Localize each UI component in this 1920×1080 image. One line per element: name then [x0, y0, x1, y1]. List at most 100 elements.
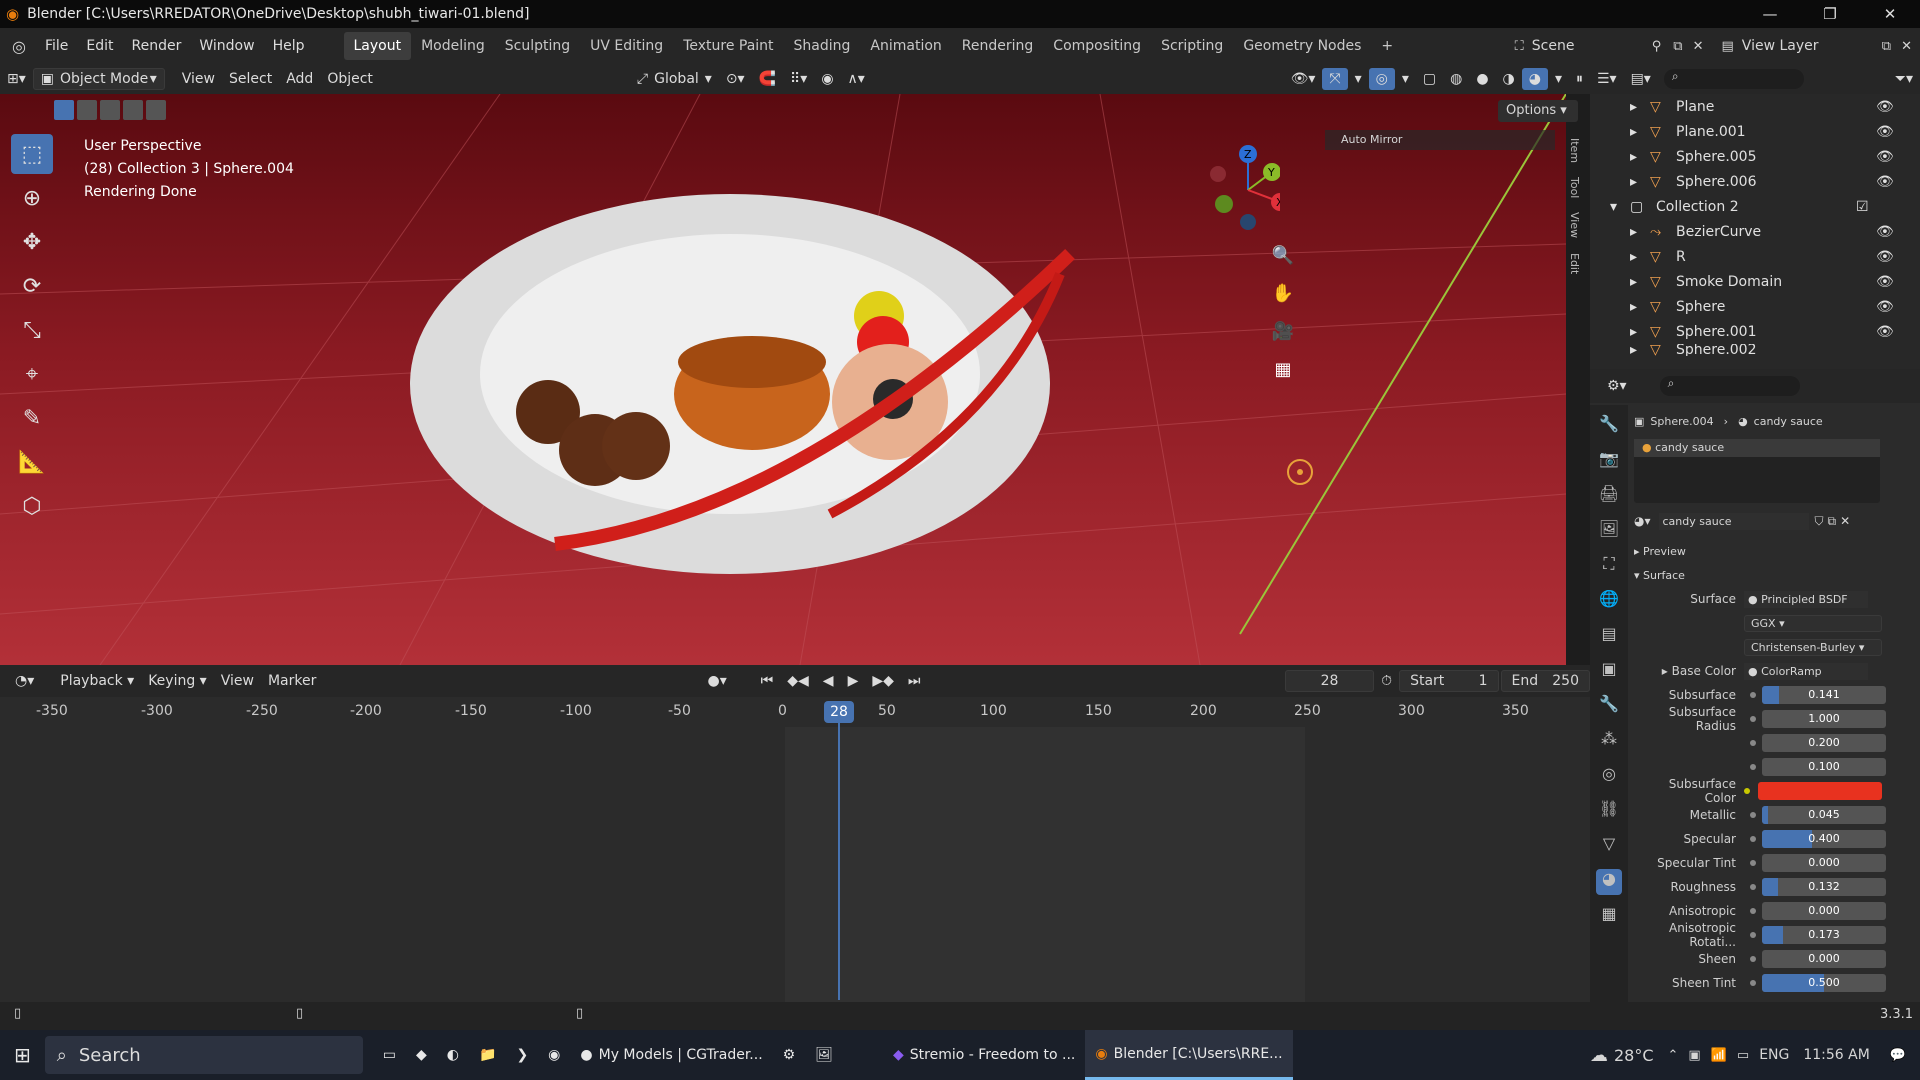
menu-add[interactable]: Add [279, 68, 320, 90]
wifi-icon[interactable]: 📶 [1711, 1048, 1727, 1063]
menu-timeline-view[interactable]: View [214, 670, 261, 692]
eye-icon[interactable]: 👁 [1876, 299, 1894, 315]
value-slider[interactable]: 0.173 [1762, 926, 1886, 944]
shading-dropdown-icon[interactable]: ▾ [1548, 68, 1569, 90]
taskbar-app-stremio[interactable]: ◆ Stremio - Freedom to ... [883, 1030, 1085, 1080]
menu-playback[interactable]: Playback ▾ [53, 670, 141, 692]
overlay-icon[interactable]: ◎ [1368, 68, 1395, 90]
outliner-row[interactable]: ▸ ▽ Plane 👁 [1630, 94, 1920, 119]
zoom-icon[interactable]: 🔍 [1268, 240, 1298, 270]
eye-icon[interactable]: 👁 [1876, 149, 1894, 165]
socket-dot[interactable] [1750, 884, 1756, 890]
eye-icon[interactable]: 👁 [1876, 99, 1894, 115]
value-slider[interactable]: 0.500 [1762, 974, 1886, 992]
pause-render-icon[interactable]: ⏸ [1569, 68, 1590, 90]
tray-app-icon[interactable]: ▣ [1688, 1048, 1700, 1063]
app-icon[interactable]: 🖼 [805, 1030, 843, 1080]
socket-dot[interactable] [1750, 716, 1756, 722]
app-icon[interactable]: ◆ [406, 1030, 437, 1080]
timeline-area[interactable] [0, 727, 1590, 1013]
solid-shading-icon[interactable]: ● [1469, 68, 1495, 90]
socket-dot[interactable] [1750, 764, 1756, 770]
play-icon[interactable]: ▶ [841, 670, 866, 692]
maximize-button[interactable]: ❐ [1800, 5, 1860, 23]
material-name-field[interactable]: candy sauce [1658, 512, 1809, 530]
taskbar-app-firefox[interactable]: ● My Models | CGTrader... [570, 1030, 772, 1080]
app-icon[interactable]: ⚙ [773, 1030, 806, 1080]
clock[interactable]: 11:56 AM [1803, 1047, 1869, 1063]
view-layer-name[interactable]: View Layer [1742, 38, 1882, 54]
display-mode-icon[interactable]: ▤▾ [1624, 68, 1658, 90]
close-button[interactable]: ✕ [1860, 5, 1920, 23]
falloff-icon[interactable]: ∧▾ [841, 68, 872, 90]
subsurface-color-swatch[interactable] [1758, 782, 1882, 800]
checkbox-icon[interactable]: ☑ [1856, 199, 1869, 215]
outliner-row[interactable]: ▸ ▽ Sphere 👁 [1630, 294, 1920, 319]
battery-icon[interactable]: ▭ [1737, 1048, 1749, 1063]
transform-icon[interactable]: ⌖ [11, 354, 53, 394]
tab-rendering[interactable]: Rendering [952, 32, 1044, 60]
socket-dot[interactable] [1750, 908, 1756, 914]
camera-view-icon[interactable]: 🎥 [1268, 316, 1298, 346]
options-dropdown[interactable]: Options ▾ [1498, 100, 1578, 122]
pan-hand-icon[interactable]: ✋ [1268, 278, 1298, 308]
proportional-edit-icon[interactable]: ◉ [814, 68, 840, 90]
value-slider[interactable]: 0.100 [1762, 758, 1886, 776]
tool-settings-icon[interactable]: 🔧 [1596, 414, 1622, 440]
physics-properties-icon[interactable]: ◎ [1596, 764, 1622, 790]
surface-panel-header[interactable]: ▾ Surface [1634, 563, 1920, 587]
constraint-properties-icon[interactable]: ⛓ [1596, 799, 1622, 825]
properties-editor-icon[interactable]: ⚙▾ [1600, 375, 1634, 397]
modifier-properties-icon[interactable]: 🔧 [1596, 694, 1622, 720]
axis-gizmo-icon[interactable]: Z Y X [1200, 140, 1289, 240]
blender-menu-icon[interactable]: ◎ [12, 37, 26, 56]
properties-search-input[interactable]: ⌕ [1659, 376, 1800, 396]
menu-help[interactable]: Help [264, 38, 314, 54]
visibility-icon[interactable]: 👁▾ [1284, 68, 1323, 90]
select-intersect-icon[interactable] [146, 100, 166, 120]
outliner-search-input[interactable]: ⌕ [1663, 69, 1804, 89]
ortho-grid-icon[interactable]: ▦ [1268, 354, 1298, 384]
taskbar-search[interactable]: ⌕ Search [44, 1036, 363, 1074]
preview-panel-header[interactable]: ▸ Preview [1634, 539, 1920, 563]
outliner-row[interactable]: ▸ ⤳ BezierCurve 👁 [1630, 219, 1920, 244]
new-scene-icon[interactable]: ⧉ [1673, 39, 1682, 54]
value-slider[interactable]: 0.045 [1762, 806, 1886, 824]
outliner-row[interactable]: ▸ ▽ Plane.001 👁 [1630, 119, 1920, 144]
task-view-icon[interactable]: ▭ [373, 1030, 406, 1080]
file-explorer-icon[interactable]: 📁 [469, 1030, 506, 1080]
snap-target-icon[interactable]: ⠿▾ [783, 68, 814, 90]
mode-dropdown[interactable]: ▣ Object Mode ▾ [32, 68, 165, 90]
pivot-icon[interactable]: ⊙▾ [719, 68, 752, 90]
tab-uv-editing[interactable]: UV Editing [580, 32, 673, 60]
add-cube-icon[interactable]: ⬡ [11, 486, 53, 526]
remove-view-layer-icon[interactable]: ✕ [1901, 39, 1912, 54]
tab-item[interactable]: Item [1568, 138, 1581, 163]
tab-texture-paint[interactable]: Texture Paint [673, 32, 783, 60]
tab-animation[interactable]: Animation [860, 32, 951, 60]
select-new-icon[interactable] [54, 100, 74, 120]
menu-file[interactable]: File [36, 38, 77, 54]
socket-dot[interactable] [1750, 812, 1756, 818]
tab-shading[interactable]: Shading [784, 32, 861, 60]
outliner-row[interactable]: ▸ ▽ Smoke Domain 👁 [1630, 269, 1920, 294]
tab-tool[interactable]: Tool [1568, 177, 1581, 198]
select-extend-icon[interactable] [77, 100, 97, 120]
tab-compositing[interactable]: Compositing [1043, 32, 1151, 60]
base-color-field[interactable]: ● ColorRamp [1744, 662, 1868, 680]
fake-user-icon[interactable]: ⛉ [1815, 514, 1824, 529]
timeline-editor-icon[interactable]: ◔▾ [8, 670, 41, 692]
notification-icon[interactable]: 💬 [1890, 1048, 1906, 1063]
socket-dot[interactable] [1750, 836, 1756, 842]
jump-end-icon[interactable]: ⏭ [901, 670, 928, 692]
gizmo-dropdown-icon[interactable]: ▾ [1348, 68, 1369, 90]
prev-keyframe-icon[interactable]: ◆◀ [780, 670, 816, 692]
socket-dot[interactable] [1750, 956, 1756, 962]
menu-select[interactable]: Select [222, 68, 279, 90]
value-slider[interactable]: 0.132 [1762, 878, 1886, 896]
value-slider[interactable]: 0.000 [1762, 902, 1886, 920]
move-icon[interactable]: ✥ [11, 222, 53, 262]
surface-shader-field[interactable]: ● Principled BSDF [1744, 590, 1868, 608]
value-slider[interactable]: 0.400 [1762, 830, 1886, 848]
tab-sculpting[interactable]: Sculpting [495, 32, 580, 60]
